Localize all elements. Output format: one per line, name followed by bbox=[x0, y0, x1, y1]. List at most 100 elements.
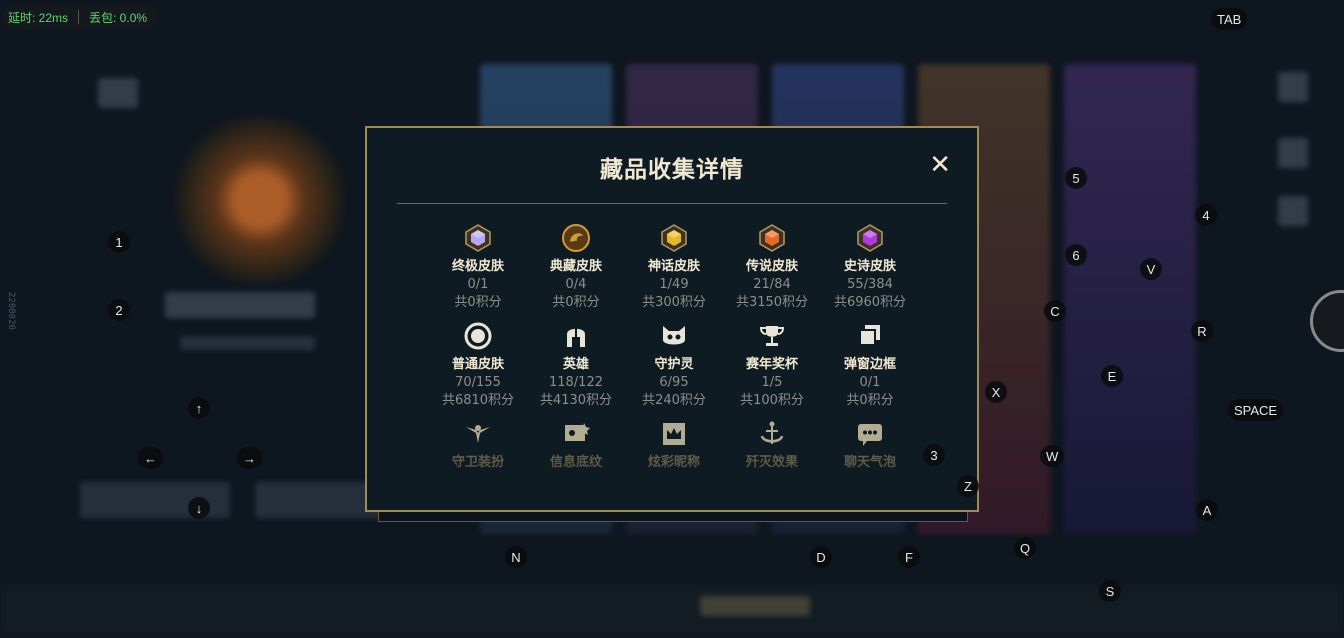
collected-count: 70/155 bbox=[455, 375, 501, 390]
ring-icon bbox=[462, 320, 494, 352]
key-e-hint[interactable]: E bbox=[1101, 365, 1123, 387]
latency-text: 延时: 22ms bbox=[8, 10, 69, 25]
collected-count: 1/49 bbox=[659, 277, 689, 292]
category-name: 炫彩昵称 bbox=[647, 455, 700, 470]
collection-category-item[interactable]: 传说皮肤 21/84 共3150积分 bbox=[723, 222, 821, 312]
collection-category-item[interactable]: 聊天气泡 bbox=[821, 418, 919, 472]
legendary-gem-icon bbox=[756, 222, 788, 254]
key-5-hint[interactable]: 5 bbox=[1065, 167, 1087, 189]
category-name: 歼灭效果 bbox=[745, 455, 798, 470]
points-total: 共100积分 bbox=[740, 393, 804, 408]
key-d-hint[interactable]: D bbox=[810, 546, 832, 568]
category-name: 传说皮肤 bbox=[745, 259, 798, 274]
key-q-hint[interactable]: Q bbox=[1014, 537, 1037, 559]
key-down-hint[interactable]: ↓ bbox=[188, 497, 210, 519]
category-name: 弹窗边框 bbox=[843, 357, 896, 372]
category-name: 终极皮肤 bbox=[451, 259, 504, 274]
points-total: 共0积分 bbox=[454, 295, 502, 310]
packet-loss-text: 丢包: 0.0% bbox=[89, 10, 148, 25]
ultimate-gem-icon bbox=[462, 222, 494, 254]
divider bbox=[78, 10, 80, 24]
collection-category-item[interactable]: 典藏皮肤 0/4 共0积分 bbox=[527, 222, 625, 312]
category-name: 守护灵 bbox=[654, 357, 694, 372]
epic-gem-icon bbox=[854, 222, 886, 254]
key-4-hint[interactable]: 4 bbox=[1195, 204, 1217, 226]
category-name: 守卫装扮 bbox=[451, 455, 504, 470]
cat-face-icon bbox=[658, 320, 690, 352]
points-total: 共6960积分 bbox=[833, 295, 907, 310]
category-name: 普通皮肤 bbox=[451, 357, 504, 372]
trophy-icon bbox=[756, 320, 788, 352]
key-w-hint[interactable]: W bbox=[1040, 445, 1065, 467]
collection-category-item[interactable]: 守卫装扮 bbox=[429, 418, 527, 472]
collection-category-item[interactable]: 终极皮肤 0/1 共0积分 bbox=[429, 222, 527, 312]
category-name: 神话皮肤 bbox=[647, 259, 700, 274]
points-total: 共0积分 bbox=[846, 393, 894, 408]
dragon-coin-icon bbox=[560, 222, 592, 254]
category-name: 赛年奖杯 bbox=[745, 357, 798, 372]
collection-category-item[interactable]: 赛年奖杯 1/5 共100积分 bbox=[723, 320, 821, 410]
points-total: 共0积分 bbox=[552, 295, 600, 310]
category-name: 英雄 bbox=[562, 357, 589, 372]
key-z-hint[interactable]: Z bbox=[957, 475, 979, 497]
ward-icon bbox=[462, 418, 494, 450]
mythic-gem-icon bbox=[658, 222, 690, 254]
category-name: 史诗皮肤 bbox=[843, 259, 896, 274]
rank-emblem bbox=[170, 115, 350, 285]
collection-category-item[interactable]: 普通皮肤 70/155 共6810积分 bbox=[429, 320, 527, 410]
key-n-hint[interactable]: N bbox=[505, 546, 527, 568]
points-total: 共6810积分 bbox=[441, 393, 515, 408]
collected-count: 0/1 bbox=[467, 277, 489, 292]
key-right-hint[interactable]: → bbox=[237, 447, 262, 469]
points-total: 共4130积分 bbox=[539, 393, 613, 408]
network-status: 延时: 22ms 丢包: 0.0% bbox=[2, 4, 160, 30]
points-total: 共300积分 bbox=[642, 295, 706, 310]
key-x-hint[interactable]: X bbox=[985, 381, 1007, 403]
key-space-hint[interactable]: SPACE bbox=[1228, 399, 1284, 421]
category-name: 聊天气泡 bbox=[843, 455, 896, 470]
helmet-icon bbox=[560, 320, 592, 352]
key-r-hint[interactable]: R bbox=[1191, 320, 1213, 342]
crown-card-icon bbox=[658, 418, 690, 450]
collection-category-item[interactable]: 弹窗边框 0/1 共0积分 bbox=[821, 320, 919, 410]
points-total: 共240积分 bbox=[642, 393, 706, 408]
collection-category-item[interactable]: 守护灵 6/95 共240积分 bbox=[625, 320, 723, 410]
collected-count: 0/1 bbox=[859, 375, 881, 390]
collection-category-item[interactable]: 英雄 118/122 共4130积分 bbox=[527, 320, 625, 410]
key-up-hint[interactable]: ↑ bbox=[188, 397, 210, 419]
key-3-hint[interactable]: 3 bbox=[923, 444, 945, 466]
title-divider bbox=[397, 203, 947, 204]
key-2-hint[interactable]: 2 bbox=[108, 299, 130, 321]
collected-count: 55/384 bbox=[847, 277, 893, 292]
skin-card bbox=[1064, 64, 1196, 534]
close-icon[interactable]: ✕ bbox=[929, 152, 951, 178]
category-name: 信息底纹 bbox=[549, 455, 602, 470]
key-a-hint[interactable]: A bbox=[1196, 499, 1218, 521]
key-f-hint[interactable]: F bbox=[898, 546, 920, 568]
side-id-text: 2208020 bbox=[6, 292, 16, 330]
key-c-hint[interactable]: C bbox=[1044, 300, 1066, 322]
collected-count: 21/84 bbox=[753, 277, 791, 292]
key-1-hint[interactable]: 1 bbox=[108, 231, 130, 253]
key-6-hint[interactable]: 6 bbox=[1065, 244, 1087, 266]
anchor-icon bbox=[756, 418, 788, 450]
key-left-hint[interactable]: ← bbox=[138, 447, 163, 469]
collection-category-item[interactable]: 炫彩昵称 bbox=[625, 418, 723, 472]
collection-category-item[interactable]: 史诗皮肤 55/384 共6960积分 bbox=[821, 222, 919, 312]
frames-icon bbox=[854, 320, 886, 352]
category-name: 典藏皮肤 bbox=[549, 259, 602, 274]
collection-category-item[interactable]: 神话皮肤 1/49 共300积分 bbox=[625, 222, 723, 312]
collection-category-item[interactable]: 歼灭效果 bbox=[723, 418, 821, 472]
banner-icon bbox=[560, 418, 592, 450]
collection-category-item[interactable]: 信息底纹 bbox=[527, 418, 625, 472]
collection-details-dialog: 藏品收集详情 ✕ 终极皮肤 0/1 共0积分 典藏皮肤 0/4 共0积分 神话皮肤 1/49 共… bbox=[365, 126, 979, 512]
key-tab-hint[interactable]: TAB bbox=[1211, 8, 1248, 30]
points-total: 共3150积分 bbox=[735, 295, 809, 310]
collected-count: 0/4 bbox=[565, 277, 587, 292]
collected-count: 118/122 bbox=[548, 375, 603, 390]
key-s-hint[interactable]: S bbox=[1099, 580, 1121, 602]
key-v-hint[interactable]: V bbox=[1140, 258, 1162, 280]
collected-count: 6/95 bbox=[659, 375, 689, 390]
chat-bubble-icon bbox=[854, 418, 886, 450]
dialog-title: 藏品收集详情 bbox=[600, 157, 744, 183]
